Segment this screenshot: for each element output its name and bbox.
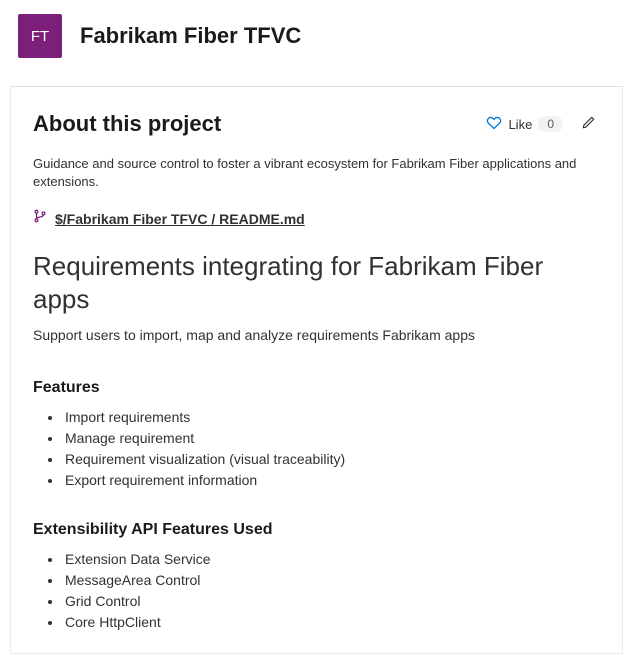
list-item: Grid Control: [63, 591, 600, 612]
readme-subtitle: Support users to import, map and analyze…: [33, 327, 600, 343]
branch-icon: [33, 209, 47, 228]
api-list: Extension Data Service MessageArea Contr…: [33, 549, 600, 633]
readme-path-link[interactable]: $/Fabrikam Fiber TFVC / README.md: [55, 211, 305, 227]
edit-button[interactable]: [577, 111, 600, 137]
api-heading: Extensibility API Features Used: [33, 521, 600, 539]
features-heading: Features: [33, 379, 600, 397]
project-description: Guidance and source control to foster a …: [33, 155, 600, 191]
readme-title: Requirements integrating for Fabrikam Fi…: [33, 250, 600, 315]
project-avatar: FT: [18, 14, 62, 58]
list-item: Export requirement information: [63, 470, 600, 491]
heart-icon: [486, 115, 502, 134]
features-list: Import requirements Manage requirement R…: [33, 407, 600, 491]
list-item: Manage requirement: [63, 428, 600, 449]
list-item: Requirement visualization (visual tracea…: [63, 449, 600, 470]
about-card: About this project Like 0 Guidance: [10, 86, 623, 654]
avatar-initials: FT: [31, 28, 49, 45]
list-item: Core HttpClient: [63, 612, 600, 633]
about-actions: Like 0: [482, 111, 600, 137]
readme-path-row: $/Fabrikam Fiber TFVC / README.md: [33, 209, 600, 228]
pencil-icon: [581, 115, 596, 133]
project-title: Fabrikam Fiber TFVC: [80, 23, 301, 49]
list-item: Extension Data Service: [63, 549, 600, 570]
like-label: Like: [508, 117, 532, 132]
like-count: 0: [538, 116, 563, 132]
project-header: FT Fabrikam Fiber TFVC: [0, 0, 633, 78]
like-button[interactable]: Like 0: [482, 113, 567, 136]
about-header-row: About this project Like 0: [33, 111, 600, 137]
list-item: Import requirements: [63, 407, 600, 428]
about-heading: About this project: [33, 111, 221, 137]
list-item: MessageArea Control: [63, 570, 600, 591]
